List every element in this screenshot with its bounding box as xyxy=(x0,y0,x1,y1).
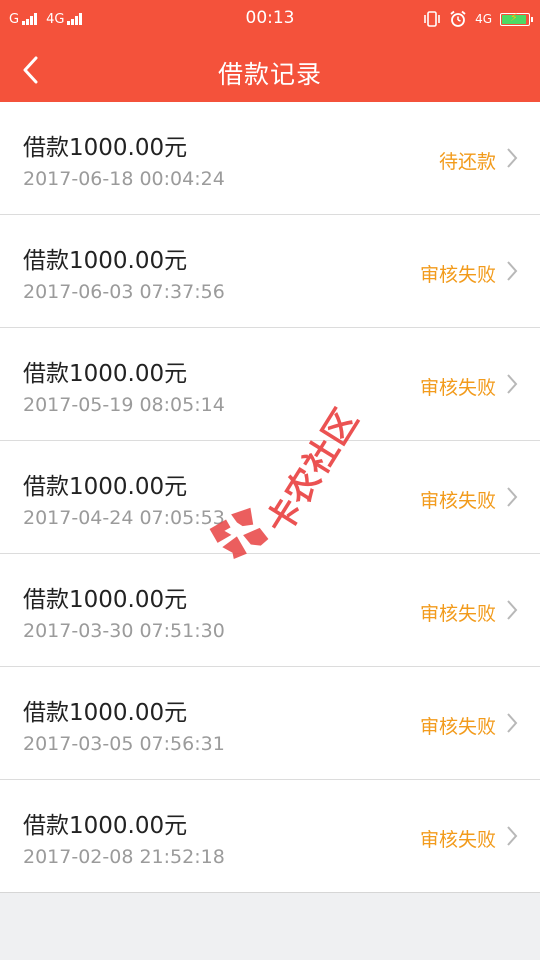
loan-amount: 借款1000.00元 xyxy=(23,474,188,500)
loan-amount: 借款1000.00元 xyxy=(23,135,188,161)
list-item[interactable]: 借款1000.00元 2017-06-18 00:04:24 待还款 xyxy=(0,102,540,215)
loan-status: 待还款 xyxy=(438,151,496,173)
vibrate-icon xyxy=(423,11,441,27)
chevron-right-icon xyxy=(507,600,518,620)
loan-status: 审核失败 xyxy=(419,716,496,738)
loan-status: 审核失败 xyxy=(419,377,496,399)
chevron-right-icon xyxy=(507,261,518,281)
loan-amount: 借款1000.00元 xyxy=(23,700,188,726)
loan-amount: 借款1000.00元 xyxy=(23,587,188,613)
list-item[interactable]: 借款1000.00元 2017-05-19 08:05:14 审核失败 xyxy=(0,328,540,441)
chevron-right-icon xyxy=(507,374,518,394)
loan-amount: 借款1000.00元 xyxy=(23,248,188,274)
nav-header: 借款记录 xyxy=(0,37,540,102)
loan-time: 2017-05-19 08:05:14 xyxy=(23,394,225,416)
chevron-right-icon xyxy=(507,148,518,168)
chevron-right-icon xyxy=(507,713,518,733)
loan-status: 审核失败 xyxy=(419,829,496,851)
list-item[interactable]: 借款1000.00元 2017-02-08 21:52:18 审核失败 xyxy=(0,780,540,893)
alarm-icon xyxy=(449,10,467,28)
loan-status: 审核失败 xyxy=(419,264,496,286)
loan-time: 2017-03-30 07:51:30 xyxy=(23,620,225,642)
loan-amount: 借款1000.00元 xyxy=(23,813,188,839)
loan-amount: 借款1000.00元 xyxy=(23,361,188,387)
list-item[interactable]: 借款1000.00元 2017-03-30 07:51:30 审核失败 xyxy=(0,554,540,667)
battery-icon: ⚡ xyxy=(500,11,533,26)
loan-time: 2017-06-03 07:37:56 xyxy=(23,281,225,303)
loan-status: 审核失败 xyxy=(419,490,496,512)
network-type-label: 4G xyxy=(475,12,492,26)
list-item[interactable]: 借款1000.00元 2017-03-05 07:56:31 审核失败 xyxy=(0,667,540,780)
status-indicators: 4G ⚡ xyxy=(415,9,533,29)
list-item[interactable]: 借款1000.00元 2017-06-03 07:37:56 审核失败 xyxy=(0,215,540,328)
loan-time: 2017-03-05 07:56:31 xyxy=(23,733,225,755)
loan-status: 审核失败 xyxy=(419,603,496,625)
loan-record-list: 借款1000.00元 2017-06-18 00:04:24 待还款 借款100… xyxy=(0,102,540,893)
chevron-right-icon xyxy=(507,826,518,846)
loan-time: 2017-02-08 21:52:18 xyxy=(23,846,225,868)
loan-time: 2017-06-18 00:04:24 xyxy=(23,168,225,190)
status-bar: G 4G 00:13 4G ⚡ xyxy=(0,0,540,37)
loan-time: 2017-04-24 07:05:53 xyxy=(23,507,225,529)
list-item[interactable]: 借款1000.00元 2017-04-24 07:05:53 审核失败 xyxy=(0,441,540,554)
page-title: 借款记录 xyxy=(217,60,322,89)
chevron-right-icon xyxy=(507,487,518,507)
